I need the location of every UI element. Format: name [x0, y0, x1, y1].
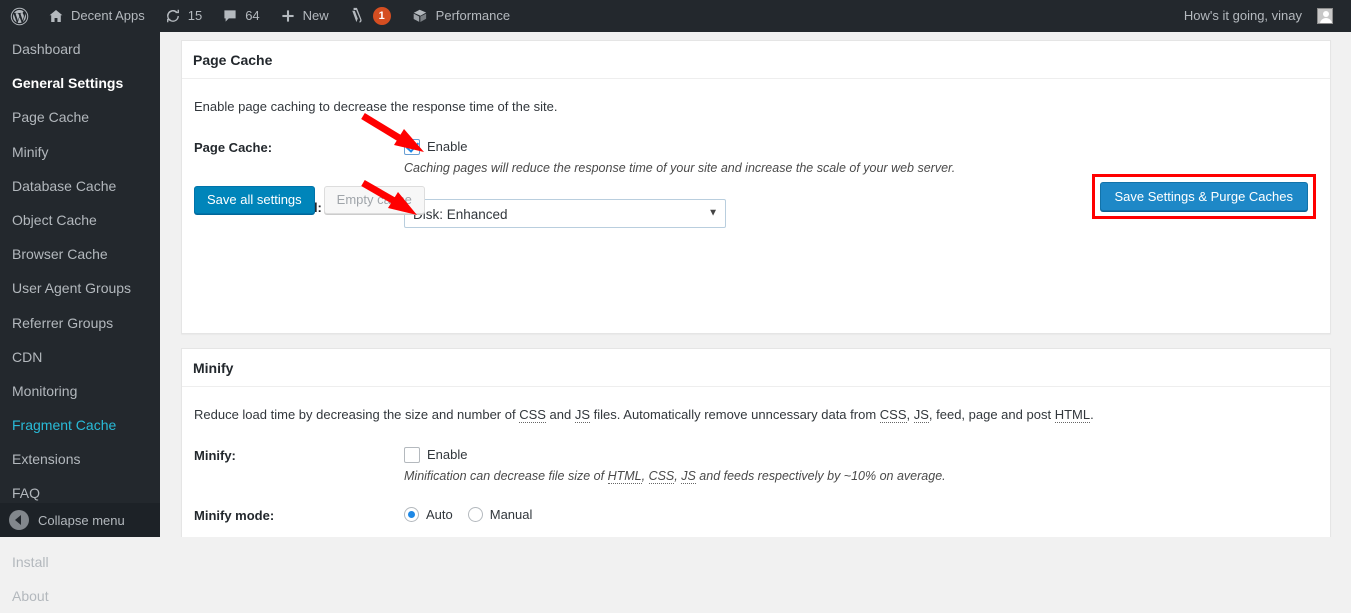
abbreviation: HTML — [608, 469, 642, 484]
sidebar-item-extensions[interactable]: Extensions — [0, 442, 160, 476]
minify-mode-auto-radio[interactable] — [404, 507, 419, 522]
sidebar-item-dashboard[interactable]: Dashboard — [0, 32, 160, 66]
page-cache-enable-checkbox[interactable] — [404, 139, 420, 155]
comments-count: 64 — [245, 0, 259, 32]
page-cache-method-select[interactable]: Disk: BasicDisk: EnhancedOpcode: Alterna… — [404, 199, 726, 228]
sidebar-item-install[interactable]: Install — [0, 545, 160, 579]
minify-mode-label: Minify mode: — [194, 507, 404, 523]
minify-enable-row: Minify: Enable Minification can decrease… — [194, 447, 1318, 485]
minify-enable-hint: Minification can decrease file size of H… — [404, 467, 1318, 485]
minify-mode-manual-label: Manual — [490, 507, 533, 522]
sidebar-item-browser-cache[interactable]: Browser Cache — [0, 237, 160, 271]
minify-panel-header: Minify — [182, 349, 1330, 387]
minify-enable-checkbox[interactable] — [404, 447, 420, 463]
page-cache-intro: Enable page caching to decrease the resp… — [194, 97, 1318, 117]
abbreviation: JS — [681, 469, 696, 484]
performance-cube-icon — [411, 7, 429, 25]
yoast-seo-menu[interactable]: 1 — [339, 0, 401, 32]
site-name-label: Decent Apps — [71, 0, 145, 32]
page-cache-title: Page Cache — [193, 52, 272, 68]
minify-enable-checkbox-wrapper[interactable]: Enable — [404, 447, 1318, 463]
abbreviation: HTML — [1055, 407, 1090, 423]
minify-mode-manual-radio[interactable] — [468, 507, 483, 522]
collapse-arrow-icon — [9, 510, 29, 530]
new-content-label: New — [303, 0, 329, 32]
performance-menu[interactable]: Performance — [401, 0, 520, 32]
yoast-logo-icon — [349, 7, 366, 25]
empty-cache-button[interactable]: Empty cache — [324, 186, 425, 214]
sidebar-item-fragment-cache[interactable]: Fragment Cache — [0, 408, 160, 442]
howdy-label: How's it going, vinay — [1184, 0, 1302, 32]
purge-caches-highlight: Save Settings & Purge Caches — [1092, 174, 1317, 219]
sidebar-item-cdn[interactable]: CDN — [0, 340, 160, 374]
new-content-menu[interactable]: New — [270, 0, 339, 32]
updates-icon — [165, 8, 181, 24]
performance-label: Performance — [436, 0, 510, 32]
avatar-icon — [1317, 8, 1333, 24]
save-all-settings-button[interactable]: Save all settings — [194, 186, 315, 214]
sidebar-item-object-cache[interactable]: Object Cache — [0, 203, 160, 237]
wordpress-logo-menu[interactable] — [0, 0, 38, 32]
sidebar-item-referrer-groups[interactable]: Referrer Groups — [0, 306, 160, 340]
site-name-menu[interactable]: Decent Apps — [38, 0, 155, 32]
abbreviation: CSS — [649, 469, 675, 484]
minify-mode-row: Minify mode: Auto Manual — [194, 507, 1318, 523]
page-cache-enable-checkbox-label: Enable — [427, 139, 467, 154]
page-cache-enable-row: Page Cache: Enable Caching pages will re… — [194, 139, 1318, 177]
abbreviation: CSS — [880, 407, 907, 423]
abbreviation: CSS — [519, 407, 546, 423]
minify-mode-auto-label: Auto — [426, 507, 453, 522]
sidebar-item-general-settings[interactable]: General Settings — [0, 66, 160, 100]
save-settings-and-purge-caches-button[interactable]: Save Settings & Purge Caches — [1100, 182, 1309, 211]
admin-bar-left: Decent Apps 15 64 — [0, 0, 520, 32]
page-cache-method-select-wrapper: Disk: BasicDisk: EnhancedOpcode: Alterna… — [404, 199, 726, 228]
page-cache-panel-body: Enable page caching to decrease the resp… — [182, 79, 1330, 228]
home-icon — [48, 8, 64, 24]
sidebar-item-minify[interactable]: Minify — [0, 135, 160, 169]
abbreviation: JS — [914, 407, 929, 423]
minify-enable-label: Minify: — [194, 447, 404, 463]
updates-menu[interactable]: 15 — [155, 0, 212, 32]
minify-enable-checkbox-label: Enable — [427, 447, 467, 462]
abbreviation: JS — [575, 407, 590, 423]
page-cache-enable-label: Page Cache: — [194, 139, 404, 155]
sidebar-item-page-cache[interactable]: Page Cache — [0, 100, 160, 134]
collapse-menu-button[interactable]: Collapse menu — [0, 503, 160, 537]
sidebar-item-about[interactable]: About — [0, 579, 160, 613]
sidebar-item-user-agent-groups[interactable]: User Agent Groups — [0, 271, 160, 305]
updates-count: 15 — [188, 0, 202, 32]
admin-sidebar-menu: Dashboard General Settings Page Cache Mi… — [0, 32, 160, 537]
page-cache-enable-control: Enable Caching pages will reduce the res… — [404, 139, 1318, 177]
wordpress-logo-icon — [10, 7, 29, 26]
comments-menu[interactable]: 64 — [212, 0, 269, 32]
page-cache-button-row: Save all settings Empty cache — [194, 186, 425, 214]
sidebar-item-monitoring[interactable]: Monitoring — [0, 374, 160, 408]
settings-content: Page Cache Enable page caching to decrea… — [160, 32, 1351, 537]
yoast-notification-badge: 1 — [373, 7, 391, 25]
admin-bar: Decent Apps 15 64 — [0, 0, 1351, 32]
page-cache-enable-checkbox-wrapper[interactable]: Enable — [404, 139, 1318, 155]
minify-enable-control: Enable Minification can decrease file si… — [404, 447, 1318, 485]
my-account-menu[interactable]: How's it going, vinay — [1174, 0, 1343, 32]
admin-bar-right: How's it going, vinay — [1174, 0, 1351, 32]
plus-icon — [280, 8, 296, 24]
minify-panel: Minify Reduce load time by decreasing th… — [181, 348, 1331, 537]
minify-mode-radio-group: Auto Manual — [404, 507, 1318, 522]
collapse-menu-label: Collapse menu — [38, 513, 125, 528]
minify-intro: Reduce load time by decreasing the size … — [194, 405, 1318, 425]
sidebar-item-database-cache[interactable]: Database Cache — [0, 169, 160, 203]
page-cache-panel: Page Cache Enable page caching to decrea… — [181, 40, 1331, 334]
minify-title: Minify — [193, 360, 233, 376]
minify-mode-control: Auto Manual — [404, 507, 1318, 522]
minify-panel-body: Reduce load time by decreasing the size … — [182, 387, 1330, 523]
comment-bubble-icon — [222, 8, 238, 24]
page-cache-panel-header: Page Cache — [182, 41, 1330, 79]
